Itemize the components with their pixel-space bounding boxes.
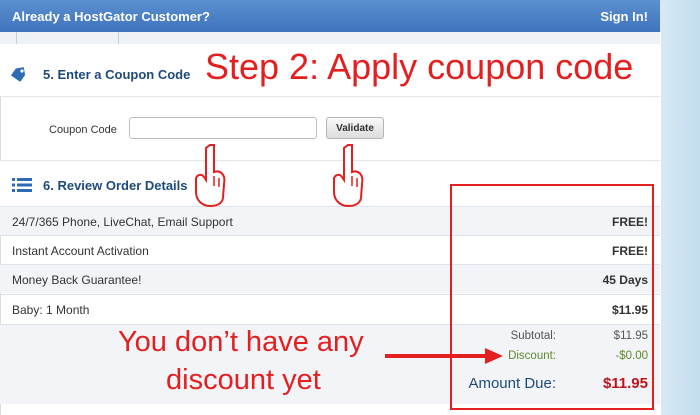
tag-icon	[10, 67, 26, 82]
validate-button[interactable]: Validate	[326, 117, 384, 139]
order-row-label: 24/7/365 Phone, LiveChat, Email Support	[12, 215, 233, 229]
highlight-box	[450, 184, 654, 410]
arrow-icon	[385, 348, 503, 364]
tab-divider	[16, 32, 17, 44]
step-annotation: Step 2: Apply coupon code	[205, 46, 634, 87]
coupon-section-title: 5. Enter a Coupon Code	[43, 67, 191, 82]
coupon-code-label: Coupon Code	[49, 124, 117, 136]
order-row-label: Money Back Guarantee!	[12, 273, 142, 287]
pointing-hand-icon	[195, 144, 226, 208]
tab-divider	[118, 32, 119, 44]
list-icon	[12, 178, 32, 192]
customer-bar: Already a HostGator Customer? Sign In!	[0, 0, 660, 32]
sign-in-link[interactable]: Sign In!	[600, 9, 648, 24]
review-section-title: 6. Review Order Details	[43, 178, 188, 193]
page-background-strip	[660, 0, 700, 415]
existing-customer-text: Already a HostGator Customer?	[12, 9, 210, 24]
order-row-label: Baby: 1 Month	[12, 303, 90, 317]
pointing-hand-icon	[333, 144, 364, 208]
checkout-page: Already a HostGator Customer? Sign In! 5…	[0, 0, 700, 415]
coupon-code-input[interactable]	[129, 117, 317, 139]
discount-note-line1: You don’t have any	[118, 326, 364, 358]
order-row-label: Instant Account Activation	[12, 244, 149, 258]
discount-note-line2: discount yet	[166, 364, 321, 396]
